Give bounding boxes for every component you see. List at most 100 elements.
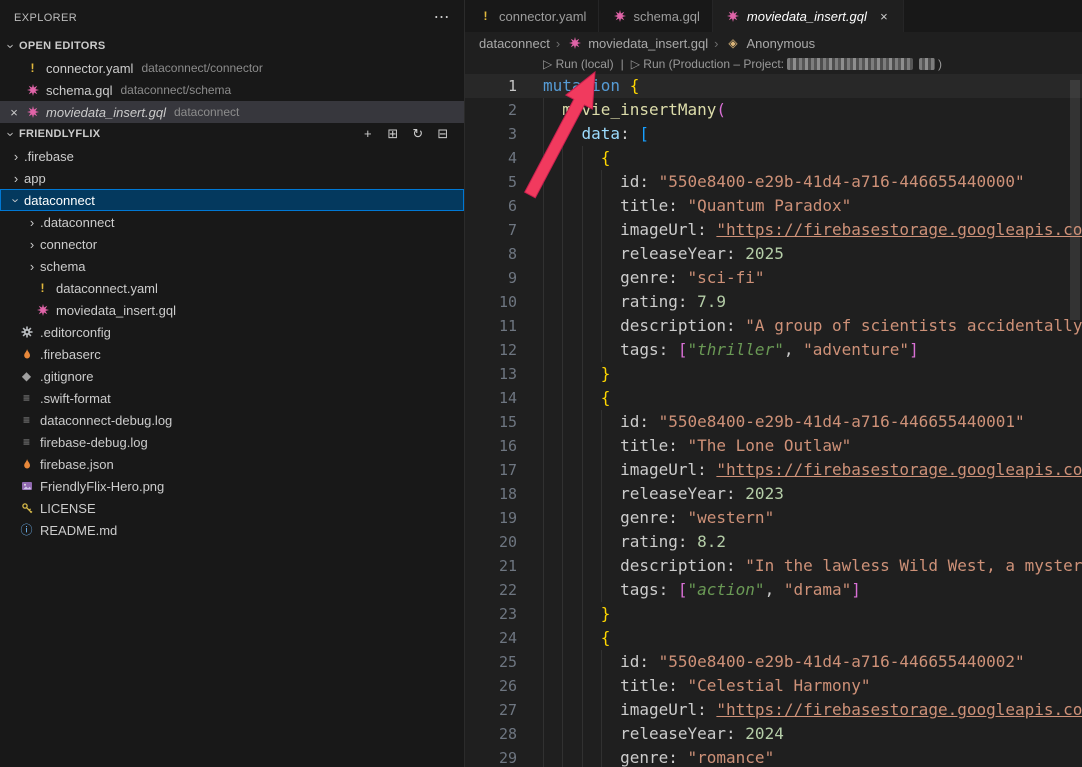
code-line-text: description: "A group of scientists acci… (543, 314, 1082, 338)
open-editor-item-moviedata_insert.gql[interactable]: ×moviedata_insert.gqldataconnect (0, 101, 464, 123)
line-number: 17 (465, 458, 517, 482)
tab-moviedata_insert.gql[interactable]: moviedata_insert.gql × (713, 0, 904, 32)
tab-bar: !connector.yamlschema.gqlmoviedata_inser… (465, 0, 1082, 32)
tree-item-FriendlyFlix-Hero.png[interactable]: FriendlyFlix-Hero.png (0, 475, 464, 497)
code-line-20[interactable]: 20 rating: 8.2 (465, 530, 1082, 554)
code-line-17[interactable]: 17 imageUrl: "https://firebasestorage.go… (465, 458, 1082, 482)
line-number: 27 (465, 698, 517, 722)
run-local-link[interactable]: ▷ Run (local) (543, 57, 614, 71)
code-line-23[interactable]: 23 } (465, 602, 1082, 626)
code-line-3[interactable]: 3 data: [ (465, 122, 1082, 146)
code-line-18[interactable]: 18 releaseYear: 2023 (465, 482, 1082, 506)
tree-item-app[interactable]: ›app (0, 167, 464, 189)
code-line-12[interactable]: 12 tags: ["thriller", "adventure"] (465, 338, 1082, 362)
tree-item-firebase-debug.log[interactable]: ≡firebase-debug.log (0, 431, 464, 453)
breadcrumb-item-moviedata_insert.gql[interactable]: moviedata_insert.gql (566, 36, 708, 51)
code-line-10[interactable]: 10 rating: 7.9 (465, 290, 1082, 314)
code-line-14[interactable]: 14 { (465, 386, 1082, 410)
run-production-prefix: ▷ Run (Production – Project: (631, 57, 784, 71)
tree-item-.dataconnect[interactable]: ›.dataconnect (0, 211, 464, 233)
open-editor-item-schema.gql[interactable]: schema.gqldataconnect/schema (0, 79, 464, 101)
line-number: 8 (465, 242, 517, 266)
indent-guide (543, 146, 544, 170)
image-icon (18, 480, 35, 492)
tree-item-LICENSE[interactable]: LICENSE (0, 497, 464, 519)
code-line-6[interactable]: 6 title: "Quantum Paradox" (465, 194, 1082, 218)
tree-item-README.md[interactable]: ⓘREADME.md (0, 519, 464, 541)
tree-item-.gitignore[interactable]: ◆.gitignore (0, 365, 464, 387)
indent-guide (601, 722, 602, 746)
code-line-26[interactable]: 26 title: "Celestial Harmony" (465, 674, 1082, 698)
run-production-suffix: ) (938, 57, 942, 71)
tree-item-.editorconfig[interactable]: .editorconfig (0, 321, 464, 343)
tree-item-.firebase[interactable]: ›.firebase (0, 145, 464, 167)
tab-schema.gql[interactable]: schema.gql (599, 0, 712, 32)
indent-guide (601, 218, 602, 242)
code-line-5[interactable]: 5 id: "550e8400-e29b-41d4-a716-446655440… (465, 170, 1082, 194)
code-line-16[interactable]: 16 title: "The Lone Outlaw" (465, 434, 1082, 458)
tree-item-connector[interactable]: ›connector (0, 233, 464, 255)
tree-item-dataconnect.yaml[interactable]: !dataconnect.yaml (0, 277, 464, 299)
line-number: 12 (465, 338, 517, 362)
indent-guide (562, 602, 563, 626)
tab-label: moviedata_insert.gql (747, 9, 867, 24)
indent-guide (562, 674, 563, 698)
breadcrumb-item-Anonymous[interactable]: ◈Anonymous (725, 36, 816, 51)
tree-item-moviedata_insert.gql[interactable]: moviedata_insert.gql (0, 299, 464, 321)
code-line-19[interactable]: 19 genre: "western" (465, 506, 1082, 530)
code-line-13[interactable]: 13 } (465, 362, 1082, 386)
code-line-27[interactable]: 27 imageUrl: "https://firebasestorage.go… (465, 698, 1082, 722)
tree-item-label: dataconnect.yaml (56, 281, 158, 296)
code-line-2[interactable]: 2 movie_insertMany( (465, 98, 1082, 122)
indent-guide (543, 194, 544, 218)
tree-item-dataconnect-debug.log[interactable]: ≡dataconnect-debug.log (0, 409, 464, 431)
code-line-1[interactable]: 1mutation { (465, 74, 1082, 98)
run-production-link[interactable]: ▷ Run (Production – Project: ) (631, 57, 942, 71)
tree-item-.swift-format[interactable]: ≡.swift-format (0, 387, 464, 409)
tree-item-firebase.json[interactable]: firebase.json (0, 453, 464, 475)
tab-close-icon[interactable]: × (877, 9, 891, 24)
code-line-7[interactable]: 7 imageUrl: "https://firebasestorage.goo… (465, 218, 1082, 242)
tree-item-label: .firebaserc (40, 347, 101, 362)
code-editor[interactable]: 1mutation {2 movie_insertMany(3 data: [4… (465, 74, 1082, 767)
new-file-button[interactable]: + (360, 126, 376, 142)
code-line-22[interactable]: 22 tags: ["action", "drama"] (465, 578, 1082, 602)
tree-item-schema[interactable]: ›schema (0, 255, 464, 277)
indent-guide (543, 650, 544, 674)
code-line-28[interactable]: 28 releaseYear: 2024 (465, 722, 1082, 746)
tree-item-label: firebase-debug.log (40, 435, 148, 450)
collapse-all-button[interactable]: ⊟ (435, 126, 451, 142)
indent-guide (562, 554, 563, 578)
redacted-project-suffix (919, 58, 935, 70)
open-editor-item-connector.yaml[interactable]: !connector.yamldataconnect/connector (0, 57, 464, 79)
indent-guide (543, 314, 544, 338)
line-number: 13 (465, 362, 517, 386)
indent-guide (601, 338, 602, 362)
breadcrumb-item-dataconnect[interactable]: dataconnect (479, 36, 550, 51)
code-line-11[interactable]: 11 description: "A group of scientists a… (465, 314, 1082, 338)
open-editor-description: dataconnect/connector (141, 61, 262, 75)
refresh-button[interactable]: ↻ (410, 126, 426, 142)
indent-guide (543, 530, 544, 554)
warning-icon: ! (477, 10, 494, 22)
explorer-more-actions-button[interactable]: ⋯ (434, 10, 450, 26)
code-line-29[interactable]: 29 genre: "romance" (465, 746, 1082, 767)
code-line-9[interactable]: 9 genre: "sci-fi" (465, 266, 1082, 290)
close-editor-icon[interactable]: × (7, 105, 21, 120)
open-editors-section-header[interactable]: › OPEN EDITORS (0, 35, 464, 57)
tab-connector.yaml[interactable]: !connector.yaml (465, 0, 599, 32)
code-line-8[interactable]: 8 releaseYear: 2025 (465, 242, 1082, 266)
code-line-15[interactable]: 15 id: "550e8400-e29b-41d4-a716-44665544… (465, 410, 1082, 434)
indent-guide (543, 626, 544, 650)
code-line-4[interactable]: 4 { (465, 146, 1082, 170)
tree-item-.firebaserc[interactable]: .firebaserc (0, 343, 464, 365)
new-folder-button[interactable]: ⊞ (385, 126, 401, 142)
friendlyflix-section-header[interactable]: › FRIENDLYFLIX +⊞↻⊟ (0, 123, 464, 145)
code-line-25[interactable]: 25 id: "550e8400-e29b-41d4-a716-44665544… (465, 650, 1082, 674)
code-line-21[interactable]: 21 description: "In the lawless Wild Wes… (465, 554, 1082, 578)
tree-item-dataconnect[interactable]: ›dataconnect (0, 189, 464, 211)
tree-item-label: .gitignore (40, 369, 93, 384)
indent-guide (601, 242, 602, 266)
code-line-24[interactable]: 24 { (465, 626, 1082, 650)
indent-guide (601, 314, 602, 338)
